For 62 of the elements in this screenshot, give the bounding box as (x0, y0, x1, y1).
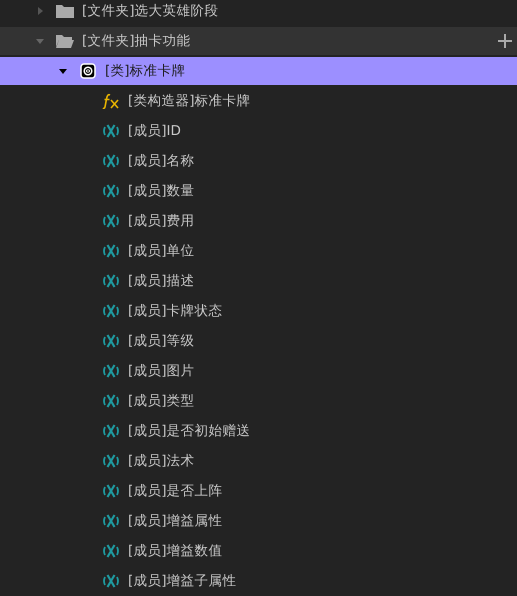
variable-icon (102, 273, 120, 289)
tree-row[interactable]: [类]标准卡牌 (0, 57, 517, 85)
item-label: [成员]增益数值 (128, 542, 223, 560)
tree-row[interactable]: [成员]描述 (0, 267, 517, 295)
variable-icon (102, 123, 120, 139)
tree-row[interactable]: [文件夹]选大英雄阶段 (0, 0, 517, 25)
variable-icon (102, 393, 120, 409)
item-label: [成员]费用 (128, 212, 195, 230)
item-label: [成员]是否上阵 (128, 482, 223, 500)
tree-row[interactable]: [成员]费用 (0, 207, 517, 235)
variable-icon (102, 453, 120, 469)
function-icon (102, 93, 120, 109)
variable-icon (102, 363, 120, 379)
item-label: [成员]名称 (128, 152, 195, 170)
tree-row[interactable]: [文件夹]抽卡功能 (0, 27, 517, 55)
variable-icon (102, 153, 120, 169)
tree-row[interactable]: [成员]增益子属性 (0, 567, 517, 595)
tree-row[interactable]: [成员]增益属性 (0, 507, 517, 535)
item-label: [成员]ID (128, 122, 181, 140)
tree-row[interactable]: [成员]等级 (0, 327, 517, 355)
tree-row[interactable]: [成员]图片 (0, 357, 517, 385)
item-label: [成员]数量 (128, 182, 195, 200)
tree-row[interactable]: [成员]是否初始赠送 (0, 417, 517, 445)
tree-row[interactable]: [成员]ID (0, 117, 517, 145)
add-icon[interactable] (498, 34, 512, 48)
variable-icon (102, 423, 120, 439)
variable-icon (102, 573, 120, 589)
class-icon (80, 63, 96, 79)
item-label: [类]标准卡牌 (105, 62, 186, 80)
folder-icon (56, 4, 74, 18)
variable-icon (102, 213, 120, 229)
item-label: [成员]等级 (128, 332, 195, 350)
variable-icon (102, 303, 120, 319)
item-label: [文件夹]抽卡功能 (82, 32, 191, 50)
variable-icon (102, 243, 120, 259)
item-label: [成员]类型 (128, 392, 195, 410)
tree-row[interactable]: [成员]增益数值 (0, 537, 517, 565)
item-label: [文件夹]选大英雄阶段 (82, 2, 219, 20)
item-label: [成员]描述 (128, 272, 195, 290)
tree-row[interactable]: [成员]数量 (0, 177, 517, 205)
item-label: [成员]卡牌状态 (128, 302, 223, 320)
variable-icon (102, 483, 120, 499)
item-label: [类构造器]标准卡牌 (128, 92, 251, 110)
variable-icon (102, 543, 120, 559)
tree-row[interactable]: [成员]卡牌状态 (0, 297, 517, 325)
item-label: [成员]法术 (128, 452, 195, 470)
tree-row[interactable]: [成员]类型 (0, 387, 517, 415)
tree-row[interactable]: [类构造器]标准卡牌 (0, 87, 517, 115)
tree-row[interactable]: [成员]法术 (0, 447, 517, 475)
variable-icon (102, 183, 120, 199)
item-label: [成员]增益子属性 (128, 572, 237, 590)
folder-icon (56, 34, 74, 48)
variable-icon (102, 333, 120, 349)
collapse-arrow-icon[interactable] (59, 68, 67, 74)
tree-row[interactable]: [成员]是否上阵 (0, 477, 517, 505)
item-label: [成员]图片 (128, 362, 195, 380)
tree-row[interactable]: [成员]单位 (0, 237, 517, 265)
item-label: [成员]是否初始赠送 (128, 422, 251, 440)
item-label: [成员]增益属性 (128, 512, 223, 530)
item-label: [成员]单位 (128, 242, 195, 260)
variable-icon (102, 513, 120, 529)
tree-row[interactable]: [成员]名称 (0, 147, 517, 175)
